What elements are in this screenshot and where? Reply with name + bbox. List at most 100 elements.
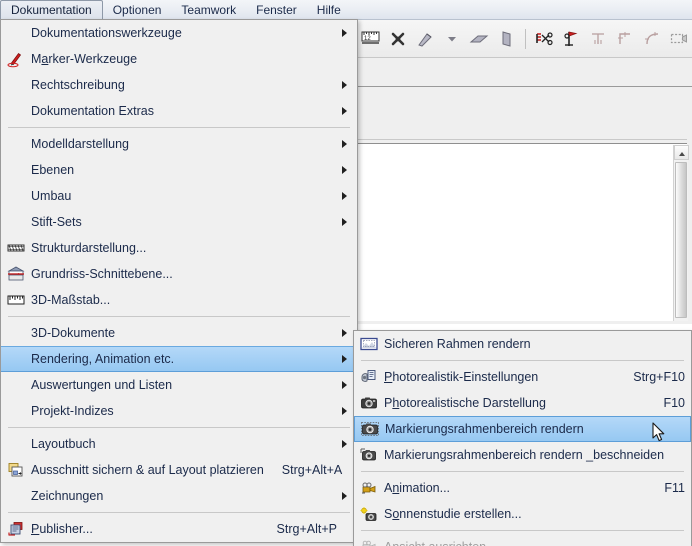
no-icon: [1, 398, 31, 424]
submenu-separator: [361, 360, 684, 361]
menu-item-accelerator: F11: [664, 481, 685, 495]
menubar-label: Teamwork: [181, 3, 237, 17]
animation-camera-icon: [354, 475, 384, 501]
menubar-label: Fenster: [256, 3, 297, 17]
menu-item-label: Sonnenstudie erstellen...: [384, 507, 522, 521]
floorplan-cutplane-icon: [1, 261, 31, 287]
menu-item-3d-dokumente[interactable]: 3D-Dokumente: [1, 320, 357, 346]
submenu-item-animation[interactable]: Animation... F11: [354, 475, 691, 501]
menu-item-accelerator: Strg+F10: [633, 370, 685, 384]
menu-item-dokumentation-extras[interactable]: Dokumentation Extras: [1, 98, 357, 124]
menu-separator: [8, 127, 350, 128]
document-canvas[interactable]: [357, 143, 692, 321]
menu-item-accelerator: Strg+Alt+A: [281, 463, 343, 477]
save-view-layout-icon: [1, 457, 31, 483]
menu-item-label: Marker-Werkzeuge: [31, 52, 138, 66]
no-icon: [1, 157, 31, 183]
menubar-item-optionen[interactable]: Optionen: [103, 0, 172, 20]
vertical-scrollbar[interactable]: [673, 145, 689, 321]
menu-item-layoutbuch[interactable]: Layoutbuch: [1, 431, 357, 457]
rendering-submenu: Sicheren Rahmen rendern Photorealistik-E…: [353, 330, 692, 546]
sun-study-icon: [354, 501, 384, 527]
menu-item-marker-werkzeuge[interactable]: Marker-Werkzeuge: [1, 46, 357, 72]
toolbar: 12: [358, 24, 692, 54]
menu-item-3d-massstab[interactable]: 3D-Maßstab...: [1, 287, 357, 313]
menu-separator: [8, 427, 350, 428]
menubar-item-teamwork[interactable]: Teamwork: [171, 0, 246, 20]
measure-tool-icon[interactable]: 12: [358, 26, 384, 52]
submenu-separator: [361, 530, 684, 531]
safe-frame-icon: [354, 331, 384, 357]
no-icon: [1, 209, 31, 235]
corner-icon[interactable]: [612, 26, 638, 52]
menubar-label: Dokumentation: [11, 3, 92, 17]
menu-item-projekt-indizes[interactable]: Projekt-Indizes: [1, 398, 357, 424]
menu-item-grundriss-schnittebene[interactable]: Grundriss-Schnittebene...: [1, 261, 357, 287]
dokumentation-dropdown-menu: Dokumentationswerkzeuge Marker-Werkzeuge…: [0, 19, 358, 543]
menu-separator: [8, 512, 350, 513]
menu-item-ausschnitt-sichern[interactable]: Ausschnitt sichern & auf Layout platzier…: [1, 457, 357, 483]
menu-item-zeichnungen[interactable]: Zeichnungen: [1, 483, 357, 509]
ruler-3d-icon: [1, 287, 31, 313]
submenu-item-sicheren-rahmen-rendern[interactable]: Sicheren Rahmen rendern: [354, 331, 691, 357]
no-icon: [1, 372, 31, 398]
menu-item-stift-sets[interactable]: Stift-Sets: [1, 209, 357, 235]
no-icon: [1, 20, 31, 46]
submenu-item-photorealistik-einstellungen[interactable]: Photorealistik-Einstellungen Strg+F10: [354, 364, 691, 390]
no-icon: [1, 183, 31, 209]
submenu-arrow-icon: [337, 407, 351, 415]
surface-plane-icon[interactable]: [466, 26, 492, 52]
submenu-item-sonnenstudie-erstellen[interactable]: Sonnenstudie erstellen...: [354, 501, 691, 527]
application-window: 12 Dokumentation Optionen Teamwork Fenst…: [0, 0, 692, 546]
no-icon: [1, 98, 31, 124]
dropdown-arrow-icon[interactable]: [439, 26, 465, 52]
menu-item-strukturdarstellung[interactable]: Strukturdarstellung...: [1, 235, 357, 261]
submenu-item-markierungsrahmenbereich-rendern[interactable]: Markierungsrahmenbereich rendern: [354, 416, 691, 442]
svg-text:12: 12: [364, 36, 371, 42]
submenu-item-photorealistische-darstellung[interactable]: Photorealistische Darstellung F10: [354, 390, 691, 416]
menubar-item-dokumentation[interactable]: Dokumentation: [0, 0, 103, 20]
submenu-arrow-icon: [337, 166, 351, 174]
no-icon: [1, 320, 31, 346]
move-nodes-icon[interactable]: [385, 26, 411, 52]
scrollbar-thumb[interactable]: [675, 162, 687, 318]
marquee-icon[interactable]: [666, 26, 692, 52]
submenu-item-markierungsrahmenbereich-rendern-beschneiden[interactable]: Markierungsrahmenbereich rendern _beschn…: [354, 442, 691, 468]
menubar-item-fenster[interactable]: Fenster: [246, 0, 307, 20]
submenu-separator: [361, 471, 684, 472]
camera-icon: [354, 390, 384, 416]
submenu-item-ansicht-ausrichten: Ansicht ausrichten...: [354, 534, 691, 546]
menu-item-rendering-animation[interactable]: Rendering, Animation etc.: [1, 346, 357, 372]
magic-wand-icon[interactable]: [412, 26, 438, 52]
curve-icon[interactable]: [639, 26, 665, 52]
menu-item-dokumentationswerkzeuge[interactable]: Dokumentationswerkzeuge: [1, 20, 357, 46]
no-icon: [1, 72, 31, 98]
trim-icon[interactable]: [531, 26, 557, 52]
scroll-up-button[interactable]: [674, 145, 689, 160]
menu-item-label: Publisher...: [31, 522, 93, 536]
menubar-item-hilfe[interactable]: Hilfe: [307, 0, 351, 20]
menu-item-publisher[interactable]: Publisher... Strg+Alt+P: [1, 516, 357, 542]
menu-item-accelerator: F10: [663, 396, 685, 410]
submenu-arrow-icon: [337, 140, 351, 148]
submenu-arrow-icon: [337, 492, 351, 500]
marker-pen-icon: [1, 46, 31, 72]
inject-icon[interactable]: [558, 26, 584, 52]
photoreal-settings-icon: [354, 364, 384, 390]
wall-segment-icon[interactable]: [493, 26, 519, 52]
menubar: Dokumentation Optionen Teamwork Fenster …: [0, 0, 351, 20]
submenu-arrow-icon: [337, 329, 351, 337]
submenu-arrow-icon: [337, 81, 351, 89]
submenu-arrow-icon: [337, 218, 351, 226]
menu-item-modelldarstellung[interactable]: Modelldarstellung: [1, 131, 357, 157]
menu-item-umbau[interactable]: Umbau: [1, 183, 357, 209]
align-icon[interactable]: [585, 26, 611, 52]
camera-marquee-icon: [355, 416, 385, 442]
submenu-arrow-icon: [337, 192, 351, 200]
menu-item-accelerator: Strg+Alt+P: [276, 522, 337, 536]
menu-item-auswertungen-und-listen[interactable]: Auswertungen und Listen: [1, 372, 357, 398]
menu-item-ebenen[interactable]: Ebenen: [1, 157, 357, 183]
menu-item-rechtschreibung[interactable]: Rechtschreibung: [1, 72, 357, 98]
submenu-arrow-icon: [337, 107, 351, 115]
menubar-label: Hilfe: [316, 3, 341, 17]
